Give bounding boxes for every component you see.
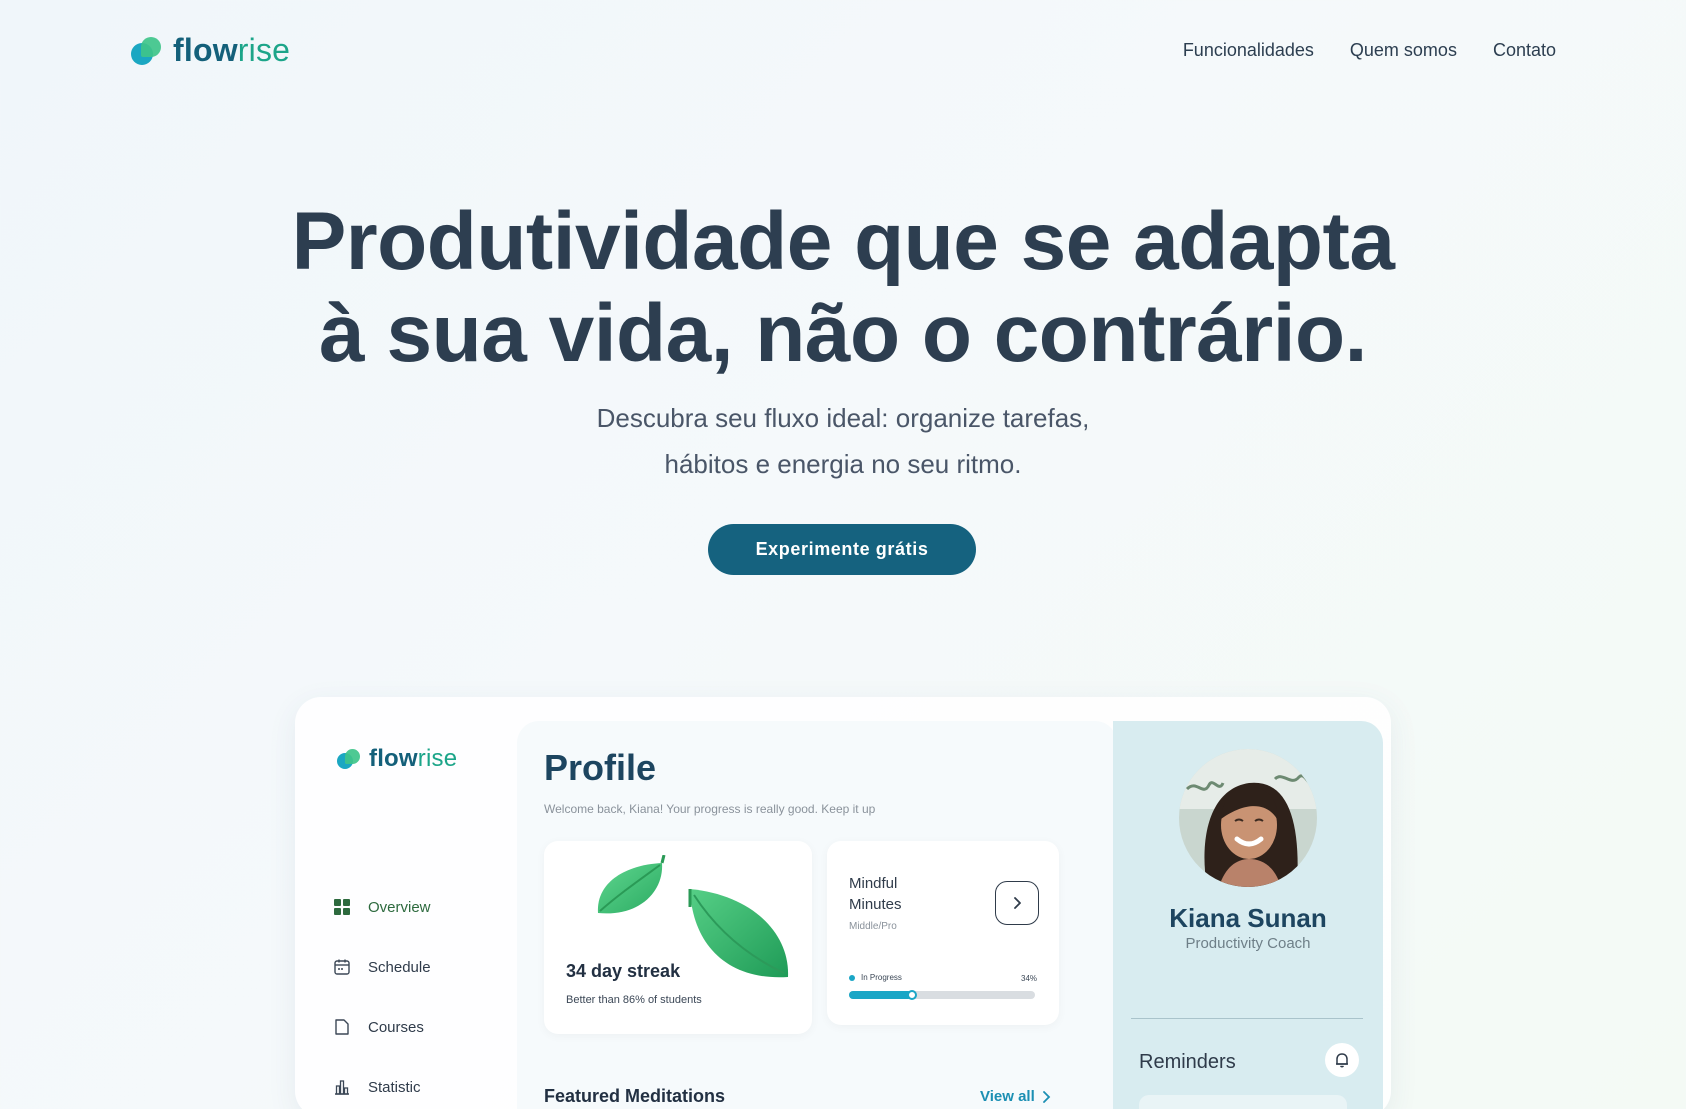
- avatar-portrait-icon: [1179, 749, 1317, 887]
- sidebar-item-overview[interactable]: Overview: [333, 877, 431, 937]
- sidebar-item-label: Statistic: [368, 1078, 421, 1096]
- mindful-status-label: In Progress: [861, 973, 902, 982]
- top-nav: flowrise Funcionalidades Quem somos Cont…: [0, 0, 1686, 104]
- profile-main-panel: Profile Welcome back, Kiana! Your progre…: [517, 721, 1117, 1109]
- status-dot-icon: [849, 974, 855, 981]
- mindful-title: Mindful Minutes: [849, 875, 902, 913]
- sidebar-item-label: Overview: [368, 898, 431, 916]
- streak-card[interactable]: 34 day streak Better than 86% of student…: [544, 841, 812, 1034]
- welcome-message: Welcome back, Kiana! Your progress is re…: [544, 802, 876, 816]
- reminder-item[interactable]: [1139, 1095, 1347, 1109]
- sidebar-item-courses[interactable]: Courses: [333, 997, 431, 1057]
- chevron-right-icon: [1042, 1090, 1051, 1103]
- nav-link-quem-somos[interactable]: Quem somos: [1350, 40, 1457, 61]
- avatar[interactable]: [1179, 749, 1317, 887]
- mindful-open-button[interactable]: [995, 881, 1039, 925]
- hero-subtitle: Descubra seu fluxo ideal: organize taref…: [0, 395, 1686, 487]
- chevron-right-icon: [1014, 897, 1021, 909]
- streak-title: 34 day streak: [566, 961, 681, 981]
- app-preview-card: flowrise Overview Schedule Courses Stati…: [295, 697, 1391, 1109]
- leaf-icon: [597, 855, 666, 914]
- hero-subtitle-line-2: hábitos e energia no seu ritmo.: [664, 449, 1022, 479]
- sidebar-item-label: Schedule: [368, 958, 431, 976]
- mindful-minutes-card[interactable]: Mindful Minutes Middle/Pro In Progress 3…: [827, 841, 1059, 1025]
- view-all-label: View all: [980, 1088, 1035, 1105]
- hero-subtitle-line-1: Descubra seu fluxo ideal: organize taref…: [596, 403, 1090, 433]
- logo-mark-icon: [131, 35, 163, 67]
- mindful-percent: 34%: [1021, 974, 1038, 983]
- profile-side-panel: Kiana Sunan Productivity Coach Reminders: [1113, 721, 1383, 1109]
- hero-title: Produtividade que se adapta à sua vida, …: [0, 196, 1686, 380]
- cta-try-free-button[interactable]: Experimente grátis: [708, 524, 976, 575]
- reminders-bell-button[interactable]: [1325, 1043, 1359, 1077]
- hero-title-line-2: à sua vida, não o contrário.: [319, 288, 1367, 379]
- bell-icon: [1336, 1053, 1348, 1068]
- bar-chart-icon: [335, 1080, 349, 1095]
- brand-logo[interactable]: flowrise: [131, 32, 290, 69]
- nav-link-contato[interactable]: Contato: [1493, 40, 1556, 61]
- calendar-icon: [334, 959, 350, 975]
- sidebar-item-statistic[interactable]: Statistic: [333, 1057, 431, 1109]
- sidebar-item-schedule[interactable]: Schedule: [333, 937, 431, 997]
- mindful-progress-bar: [849, 990, 1035, 1000]
- sidebar-menu: Overview Schedule Courses Statistic: [333, 877, 431, 1109]
- hero-title-line-1: Produtividade que se adapta: [291, 196, 1395, 287]
- nav-link-funcionalidades[interactable]: Funcionalidades: [1183, 40, 1314, 61]
- document-icon: [335, 1019, 349, 1035]
- featured-meditations-heading: Featured Meditations: [544, 1086, 726, 1106]
- streak-subtitle: Better than 86% of students: [566, 994, 702, 1006]
- progress-knob[interactable]: [907, 990, 918, 1000]
- mindful-status: In Progress: [849, 973, 902, 982]
- leaf-icon: [688, 889, 789, 978]
- sidebar-item-label: Courses: [368, 1018, 424, 1036]
- reminders-heading: Reminders: [1139, 1051, 1236, 1073]
- user-role: Productivity Coach: [1185, 935, 1311, 952]
- logo-mark-icon: [337, 747, 361, 771]
- sidebar-logo[interactable]: flowrise: [337, 745, 457, 773]
- brand-name: flowrise: [173, 32, 291, 68]
- user-name: Kiana Sunan: [1169, 903, 1327, 933]
- progress-fill: [849, 991, 913, 999]
- grid-icon: [334, 899, 350, 915]
- divider: [1131, 1018, 1363, 1019]
- sidebar-brand-name: flowrise: [369, 745, 458, 772]
- nav-links: Funcionalidades Quem somos Contato: [1183, 40, 1556, 61]
- profile-title: Profile: [544, 747, 657, 788]
- mindful-level: Middle/Pro: [849, 921, 897, 932]
- view-all-link[interactable]: View all: [980, 1088, 1051, 1105]
